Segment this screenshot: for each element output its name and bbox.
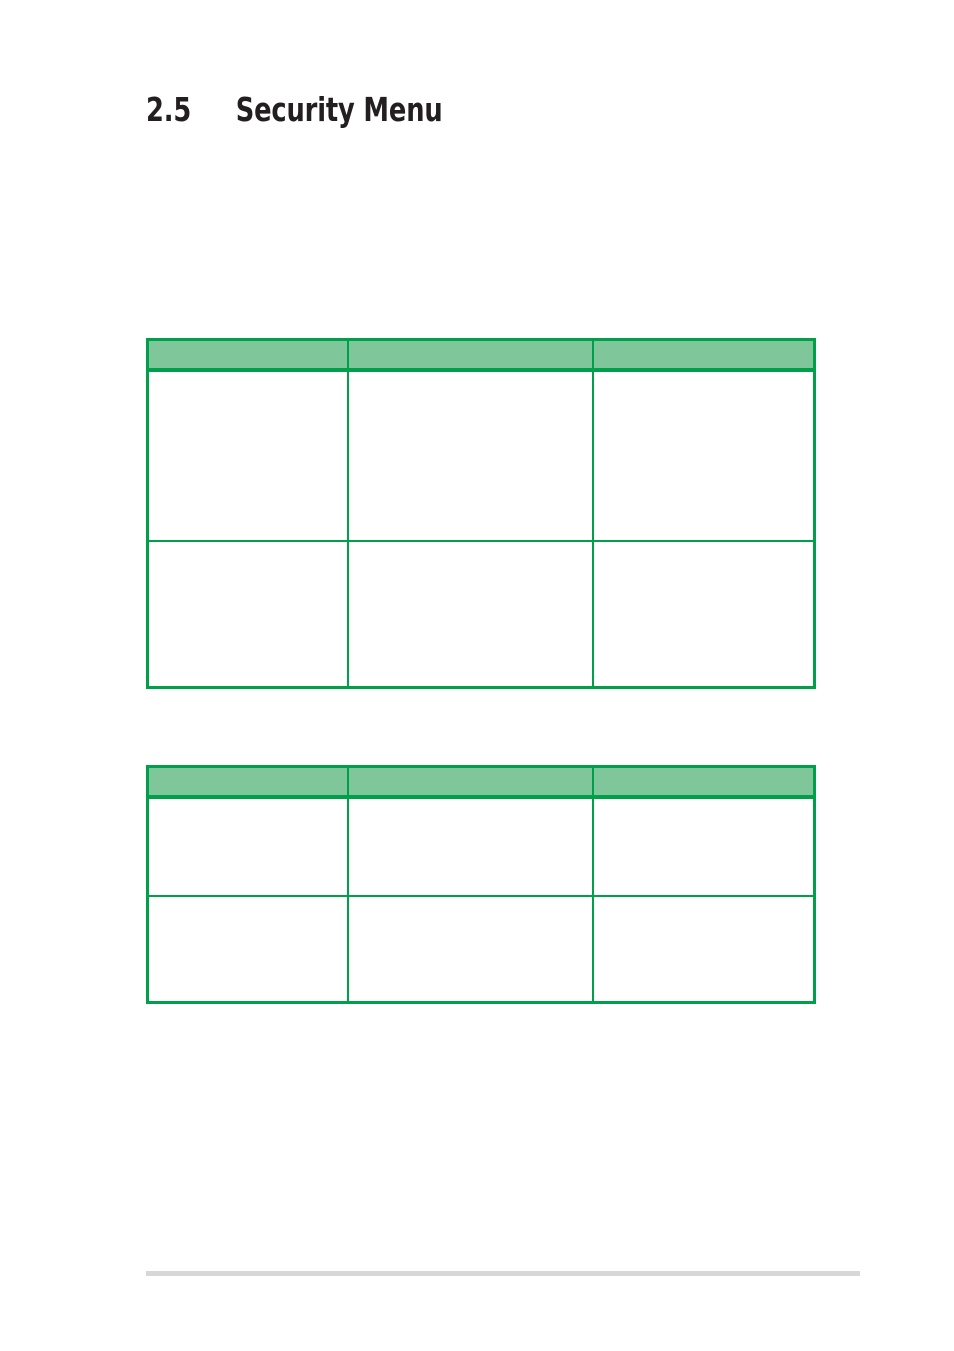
table-cell [146,895,349,1004]
cell-text [594,799,814,812]
footer-divider [146,1271,860,1276]
security-table-one [146,338,816,689]
table-cell [591,369,816,542]
security-table-two [146,765,816,1004]
table-one-header-cell-1 [146,338,349,372]
cell-text [594,372,814,385]
document-page: 2.5 Security Menu [0,0,954,1351]
section-number: 2.5 [146,90,192,129]
cell-text [349,542,592,555]
table-two-header-cell-2 [346,765,594,799]
cell-text [594,542,814,555]
header-label [349,768,592,776]
table-cell [146,796,349,897]
table-one-body [146,369,816,689]
table-two-header [146,765,816,799]
table-one-header [146,338,816,372]
table-cell [591,895,816,1004]
table-two-header-cell-1 [146,765,349,799]
table-cell [346,369,594,542]
header-label [149,341,347,349]
cell-text [149,799,347,812]
cell-text [149,372,347,385]
table-cell [146,369,349,542]
cell-text [149,897,347,910]
table-cell [346,796,594,897]
cell-text [349,799,592,812]
cell-text [594,897,814,910]
table-header-row [146,765,816,799]
table-header-row [146,338,816,372]
table-row [146,369,816,542]
table-one-header-cell-2 [346,338,594,372]
table-two-body [146,796,816,1004]
table-one-header-cell-3 [591,338,816,372]
table-row [146,540,816,689]
header-label [594,768,814,776]
table-row [146,895,816,1004]
header-label [594,341,814,349]
cell-text [349,372,592,385]
section-title: Security Menu [235,90,443,129]
page-title: 2.5 Security Menu [146,90,443,130]
cell-text [349,897,592,910]
table-cell [346,540,594,689]
cell-text [149,542,347,555]
table-two-header-cell-3 [591,765,816,799]
table-cell [591,540,816,689]
table-cell [346,895,594,1004]
header-label [149,768,347,776]
table-cell [146,540,349,689]
table-row [146,796,816,897]
table-cell [591,796,816,897]
header-label [349,341,592,349]
